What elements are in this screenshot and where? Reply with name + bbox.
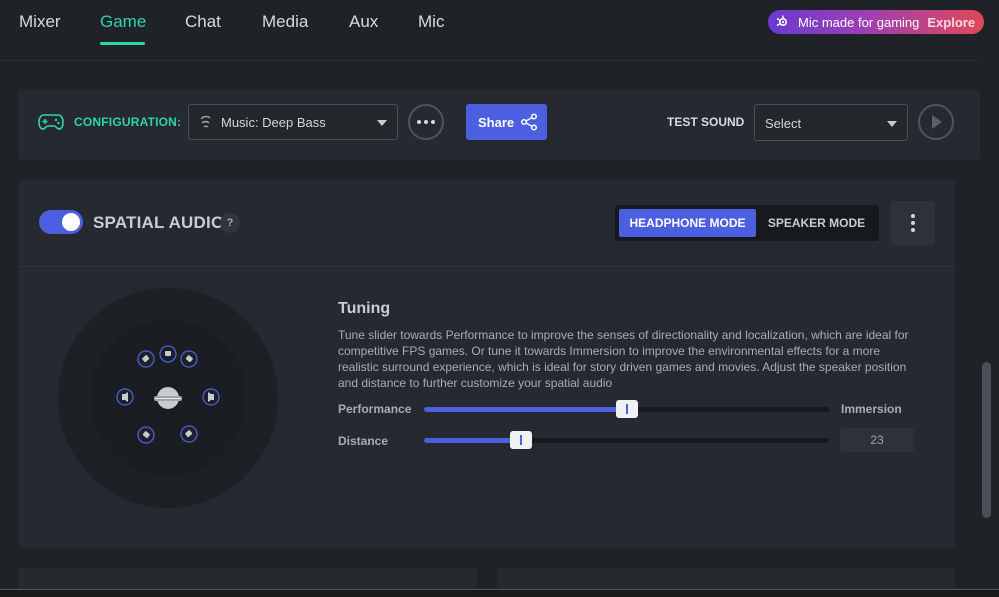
configuration-bar: CONFIGURATION: Music: Deep Bass Share TE… [18,90,980,160]
distance-label: Distance [338,434,389,448]
performance-label: Performance [338,402,412,416]
more-options-button[interactable] [408,104,444,140]
distance-slider[interactable] [424,431,829,449]
immersion-label: Immersion [841,402,902,416]
help-icon[interactable]: ? [220,213,240,233]
speaker-position-visualizer[interactable] [58,288,278,508]
promo-explore-link[interactable]: Explore [927,15,975,30]
promo-text: Mic made for gaming [798,14,920,30]
share-button[interactable]: Share [466,104,547,140]
top-nav: Mixer Game Chat Media Aux Mic Mic made f… [0,0,999,60]
performance-slider[interactable] [424,400,829,418]
tab-mic[interactable]: Mic [418,12,444,32]
speaker-mode-button[interactable]: SPEAKER MODE [758,209,875,237]
gamepad-icon [38,114,64,130]
play-test-sound-button[interactable] [918,104,954,140]
spatial-audio-title: SPATIAL AUDIO [93,213,225,232]
toggle-knob [62,213,80,231]
ellipsis-icon [417,120,435,124]
tuning-description: Tune slider towards Performance to impro… [338,328,909,390]
tab-media[interactable]: Media [262,12,308,32]
tuning-title: Tuning [338,300,391,317]
test-sound-dropdown[interactable]: Select [754,104,908,141]
app-window: Mixer Game Chat Media Aux Mic Mic made f… [0,0,999,597]
distance-slider-fill [424,438,522,443]
headphone-mode-button[interactable]: HEADPHONE MODE [619,209,756,237]
distance-value[interactable]: 23 [840,428,914,452]
spatial-audio-panel: SPATIAL AUDIO ? HEADPHONE MODE SPEAKER M… [18,180,955,548]
test-sound-value: Select [765,116,802,131]
share-icon [521,113,538,131]
distance-slider-thumb[interactable] [510,431,533,449]
spatial-audio-toggle[interactable] [39,210,83,234]
play-icon [932,115,942,129]
configuration-label: CONFIGURATION: [74,115,182,129]
next-panel-left [18,568,477,590]
test-sound-label: TEST SOUND [667,115,745,129]
preset-icon [200,115,211,128]
taskbar-strip [0,589,999,597]
promo-banner[interactable]: Mic made for gaming Explore [768,10,984,34]
chevron-down-icon [887,121,897,127]
configuration-value: Music: Deep Bass [221,115,326,130]
tab-aux[interactable]: Aux [349,12,378,32]
tab-game[interactable]: Game [100,12,146,32]
next-panel-right [497,568,955,590]
tab-chat[interactable]: Chat [185,12,221,32]
spatial-audio-header: SPATIAL AUDIO ? HEADPHONE MODE SPEAKER M… [18,180,955,267]
kebab-menu-icon[interactable] [891,201,935,245]
divider [0,60,980,61]
chevron-down-icon [377,120,387,126]
performance-slider-thumb[interactable] [615,400,638,418]
mode-switch: HEADPHONE MODE SPEAKER MODE [615,205,879,241]
active-tab-indicator [100,42,145,45]
tab-mixer[interactable]: Mixer [19,12,61,32]
configuration-dropdown[interactable]: Music: Deep Bass [188,104,398,140]
share-label: Share [478,114,515,130]
performance-slider-fill [424,407,627,412]
steelseries-logo-icon [776,15,788,27]
scrollbar-thumb[interactable] [982,362,991,518]
